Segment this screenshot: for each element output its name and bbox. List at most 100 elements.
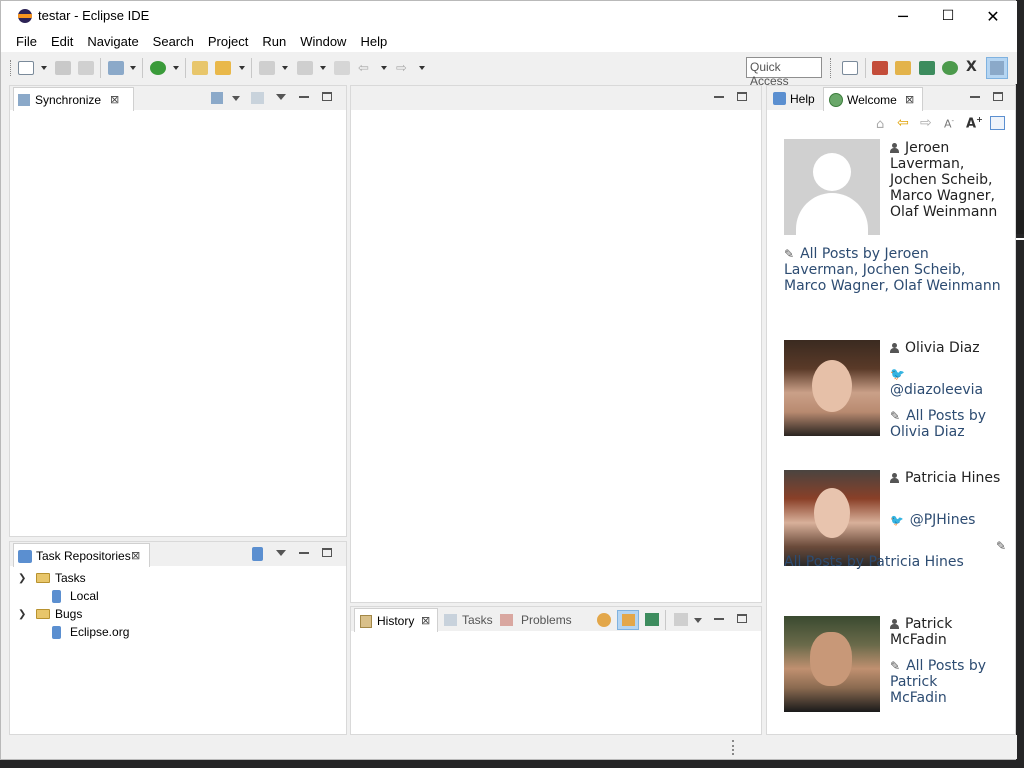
- minimize-button[interactable]: ─: [880, 1, 926, 31]
- decrease-font-icon[interactable]: A-: [944, 117, 954, 131]
- back-icon[interactable]: ⇦: [897, 115, 909, 131]
- menu-file[interactable]: File: [9, 34, 44, 49]
- chevron-down-icon[interactable]: ❯: [18, 609, 32, 620]
- previous-annotation-dropdown-icon[interactable]: [320, 66, 326, 70]
- compare-mode-icon[interactable]: [674, 613, 688, 626]
- previous-annotation-icon[interactable]: [297, 61, 313, 75]
- save-all-icon[interactable]: [78, 61, 94, 75]
- minimize-view-icon[interactable]: [714, 618, 724, 620]
- menu-window[interactable]: Window: [293, 34, 353, 49]
- add-repository-icon[interactable]: [252, 547, 263, 561]
- new-dropdown-arrow-icon[interactable]: [41, 66, 47, 70]
- menu-navigate[interactable]: Navigate: [80, 34, 145, 49]
- customize-page-icon[interactable]: [990, 116, 1005, 130]
- java-ee-perspective-icon[interactable]: [872, 61, 888, 75]
- person-icon: [890, 473, 899, 483]
- pencil-icon: ✎: [890, 409, 901, 423]
- menu-search[interactable]: Search: [146, 34, 201, 49]
- pin-icon[interactable]: [251, 92, 264, 104]
- synchronize-action-dropdown-icon[interactable]: [232, 96, 240, 101]
- last-edit-location-icon[interactable]: [334, 61, 350, 75]
- twitter-link[interactable]: @diazoleevia: [890, 382, 1002, 398]
- team-synchronizing-perspective-button[interactable]: [986, 57, 1008, 79]
- run-dropdown-arrow-icon[interactable]: [173, 66, 179, 70]
- tree-item-local[interactable]: Local: [10, 587, 346, 605]
- forward-dropdown-arrow-icon[interactable]: [419, 66, 425, 70]
- back-dropdown-arrow-icon[interactable]: [381, 66, 387, 70]
- twitter-link[interactable]: 🐦 @PJHines: [890, 512, 1002, 529]
- menu-run[interactable]: Run: [255, 34, 293, 49]
- link-with-editor-toggle[interactable]: [617, 610, 639, 630]
- compare-mode-dropdown-icon[interactable]: [694, 618, 702, 623]
- all-posts-link[interactable]: ✎ All Posts by Olivia Diaz: [890, 408, 990, 440]
- save-icon[interactable]: [55, 61, 71, 75]
- synchronize-action-icon[interactable]: [211, 92, 223, 104]
- close-tab-icon[interactable]: ⊠: [131, 549, 140, 562]
- close-tab-icon[interactable]: ⊠: [110, 93, 119, 106]
- maximize-editor-icon[interactable]: [737, 92, 747, 101]
- synchronize-toolbar-icon[interactable]: [108, 61, 124, 75]
- tab-task-repositories[interactable]: Task Repositories ⊠: [13, 543, 150, 567]
- view-menu-icon[interactable]: [276, 94, 286, 100]
- menu-edit[interactable]: Edit: [44, 34, 80, 49]
- maximize-button[interactable]: ☐: [925, 1, 971, 31]
- tab-help[interactable]: Help: [790, 92, 815, 106]
- tab-synchronize-label: Synchronize: [35, 93, 102, 107]
- tree-item-eclipse-org[interactable]: Eclipse.org: [10, 623, 346, 641]
- forward-icon[interactable]: ⇨: [920, 115, 932, 131]
- all-posts-link[interactable]: ✎ All Posts by Jeroen Laverman, Jochen Sc…: [784, 246, 1004, 294]
- back-icon[interactable]: ⇦: [358, 61, 369, 76]
- open-type-icon[interactable]: [192, 61, 208, 75]
- resource-perspective-icon[interactable]: [895, 61, 911, 75]
- new-icon[interactable]: [18, 61, 34, 75]
- quick-access-input[interactable]: Quick Access: [746, 57, 822, 88]
- maximize-view-icon[interactable]: [322, 548, 332, 557]
- open-task-icon[interactable]: [215, 61, 231, 75]
- xml-perspective-icon[interactable]: X: [966, 59, 977, 75]
- tree-item-label: Tasks: [55, 571, 86, 585]
- tree-item-bugs[interactable]: ❯ Bugs: [10, 605, 346, 623]
- view-menu-icon[interactable]: [276, 550, 286, 556]
- chevron-down-icon[interactable]: ❯: [18, 573, 32, 584]
- minimize-editor-icon[interactable]: [714, 96, 724, 98]
- close-tab-icon[interactable]: ⊠: [421, 614, 430, 627]
- minimize-view-icon[interactable]: [970, 96, 980, 98]
- menu-project[interactable]: Project: [201, 34, 255, 49]
- tab-history-label: History: [377, 614, 415, 628]
- maximize-view-icon[interactable]: [322, 92, 332, 101]
- menu-help[interactable]: Help: [353, 34, 394, 49]
- close-tab-icon[interactable]: ⊠: [905, 93, 914, 106]
- task-dropdown-arrow-icon[interactable]: [239, 66, 245, 70]
- minimize-view-icon[interactable]: [299, 552, 309, 554]
- tab-synchronize[interactable]: Synchronize ⊠: [13, 87, 134, 111]
- forward-icon[interactable]: ⇨: [396, 61, 407, 76]
- maximize-view-icon[interactable]: [993, 92, 1003, 101]
- refresh-icon[interactable]: [597, 613, 611, 627]
- synchronize-dropdown-arrow-icon[interactable]: [130, 66, 136, 70]
- person-icon: [890, 619, 899, 629]
- close-button[interactable]: ✕: [970, 1, 1016, 31]
- open-perspective-icon[interactable]: [842, 61, 858, 75]
- window-title: testar - Eclipse IDE: [38, 8, 150, 23]
- pencil-icon: ✎: [784, 247, 795, 261]
- tab-problems[interactable]: Problems: [521, 613, 572, 627]
- tab-history[interactable]: History ⊠: [354, 608, 438, 632]
- all-posts-link[interactable]: ✎All Posts by Patricia Hines: [784, 538, 1006, 570]
- run-icon[interactable]: [150, 61, 166, 75]
- debug-perspective-icon[interactable]: [942, 61, 958, 75]
- git-perspective-icon[interactable]: [919, 61, 935, 75]
- all-posts-link[interactable]: ✎ All Posts by Patrick McFadin: [890, 658, 990, 706]
- author-name: Patrick McFadin: [890, 616, 953, 648]
- next-annotation-icon[interactable]: [259, 61, 275, 75]
- tab-welcome[interactable]: Welcome ⊠: [823, 87, 923, 111]
- minimize-view-icon[interactable]: [299, 96, 309, 98]
- synchronize-icon: [18, 94, 30, 106]
- tree-item-tasks[interactable]: ❯ Tasks: [10, 569, 346, 587]
- maximize-view-icon[interactable]: [737, 614, 747, 623]
- next-annotation-dropdown-icon[interactable]: [282, 66, 288, 70]
- link-with-editor-icon: [622, 614, 635, 626]
- pin-history-icon[interactable]: [645, 613, 659, 626]
- tab-tasks[interactable]: Tasks: [462, 613, 493, 627]
- home-icon[interactable]: ⌂: [876, 117, 884, 132]
- increase-font-icon[interactable]: A+: [966, 115, 983, 131]
